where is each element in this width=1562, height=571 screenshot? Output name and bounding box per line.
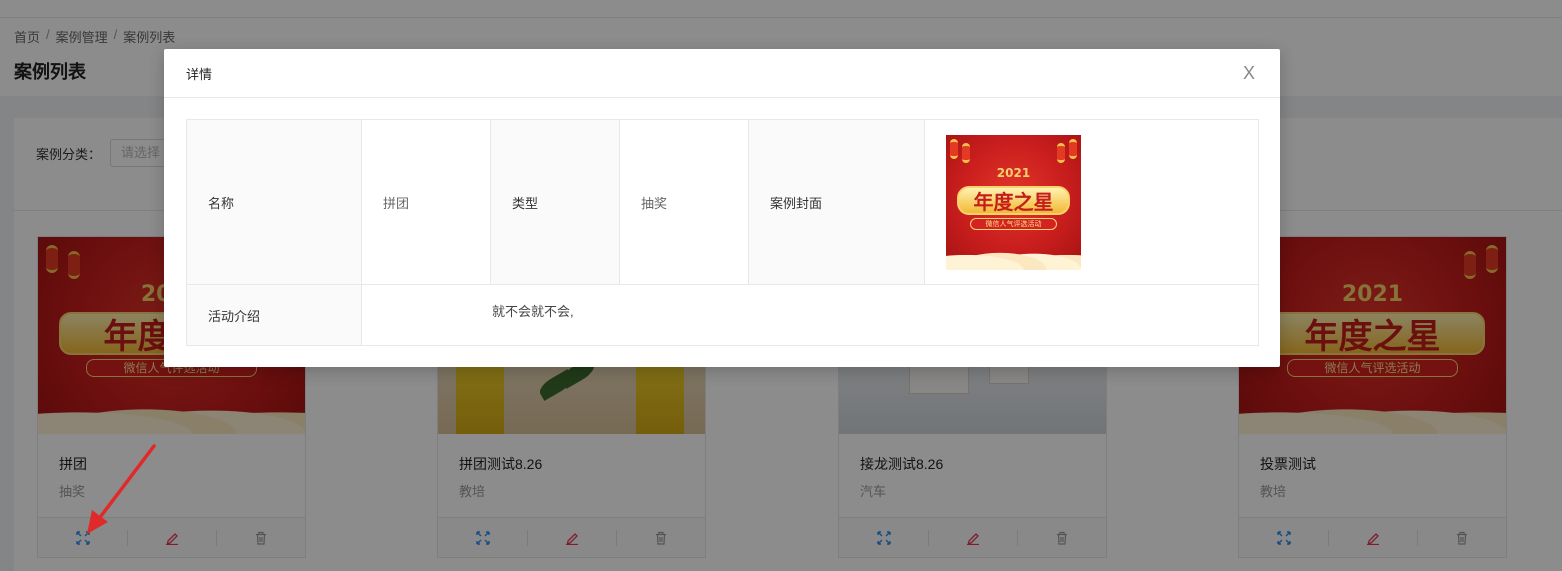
- cover-cell: 2021 年度之星 微信人气评选活动: [924, 119, 1259, 285]
- modal-title: 详情: [186, 66, 213, 82]
- cover-subtitle: 微信人气评选活动: [970, 218, 1057, 231]
- annotation-arrow-icon: [87, 444, 156, 534]
- close-icon[interactable]: X: [1240, 64, 1258, 82]
- case-cover-thumbnail: 2021 年度之星 微信人气评选活动: [946, 134, 1081, 270]
- cover-label: 案例封面: [748, 119, 925, 285]
- intro-value: 就不会就不会,: [361, 284, 1259, 346]
- modal-body: 名称 拼团 类型 抽奖 案例封面 2021 年度之星 微信人气评选活动 活动介绍…: [186, 119, 1259, 346]
- modal-header: 详情 X: [164, 49, 1280, 98]
- cover-title: 年度之星: [956, 185, 1071, 216]
- detail-modal: 详情 X 名称 拼团 类型 抽奖 案例封面 2021 年度之星 微信人气评选活动…: [164, 49, 1280, 367]
- name-value: 拼团: [361, 119, 491, 285]
- detail-table: 名称 拼团 类型 抽奖 案例封面 2021 年度之星 微信人气评选活动 活动介绍…: [186, 119, 1259, 346]
- cover-year: 2021: [996, 165, 1031, 180]
- type-value: 抽奖: [619, 119, 749, 285]
- type-label: 类型: [490, 119, 620, 285]
- intro-label: 活动介绍: [186, 284, 362, 346]
- name-label: 名称: [186, 119, 362, 285]
